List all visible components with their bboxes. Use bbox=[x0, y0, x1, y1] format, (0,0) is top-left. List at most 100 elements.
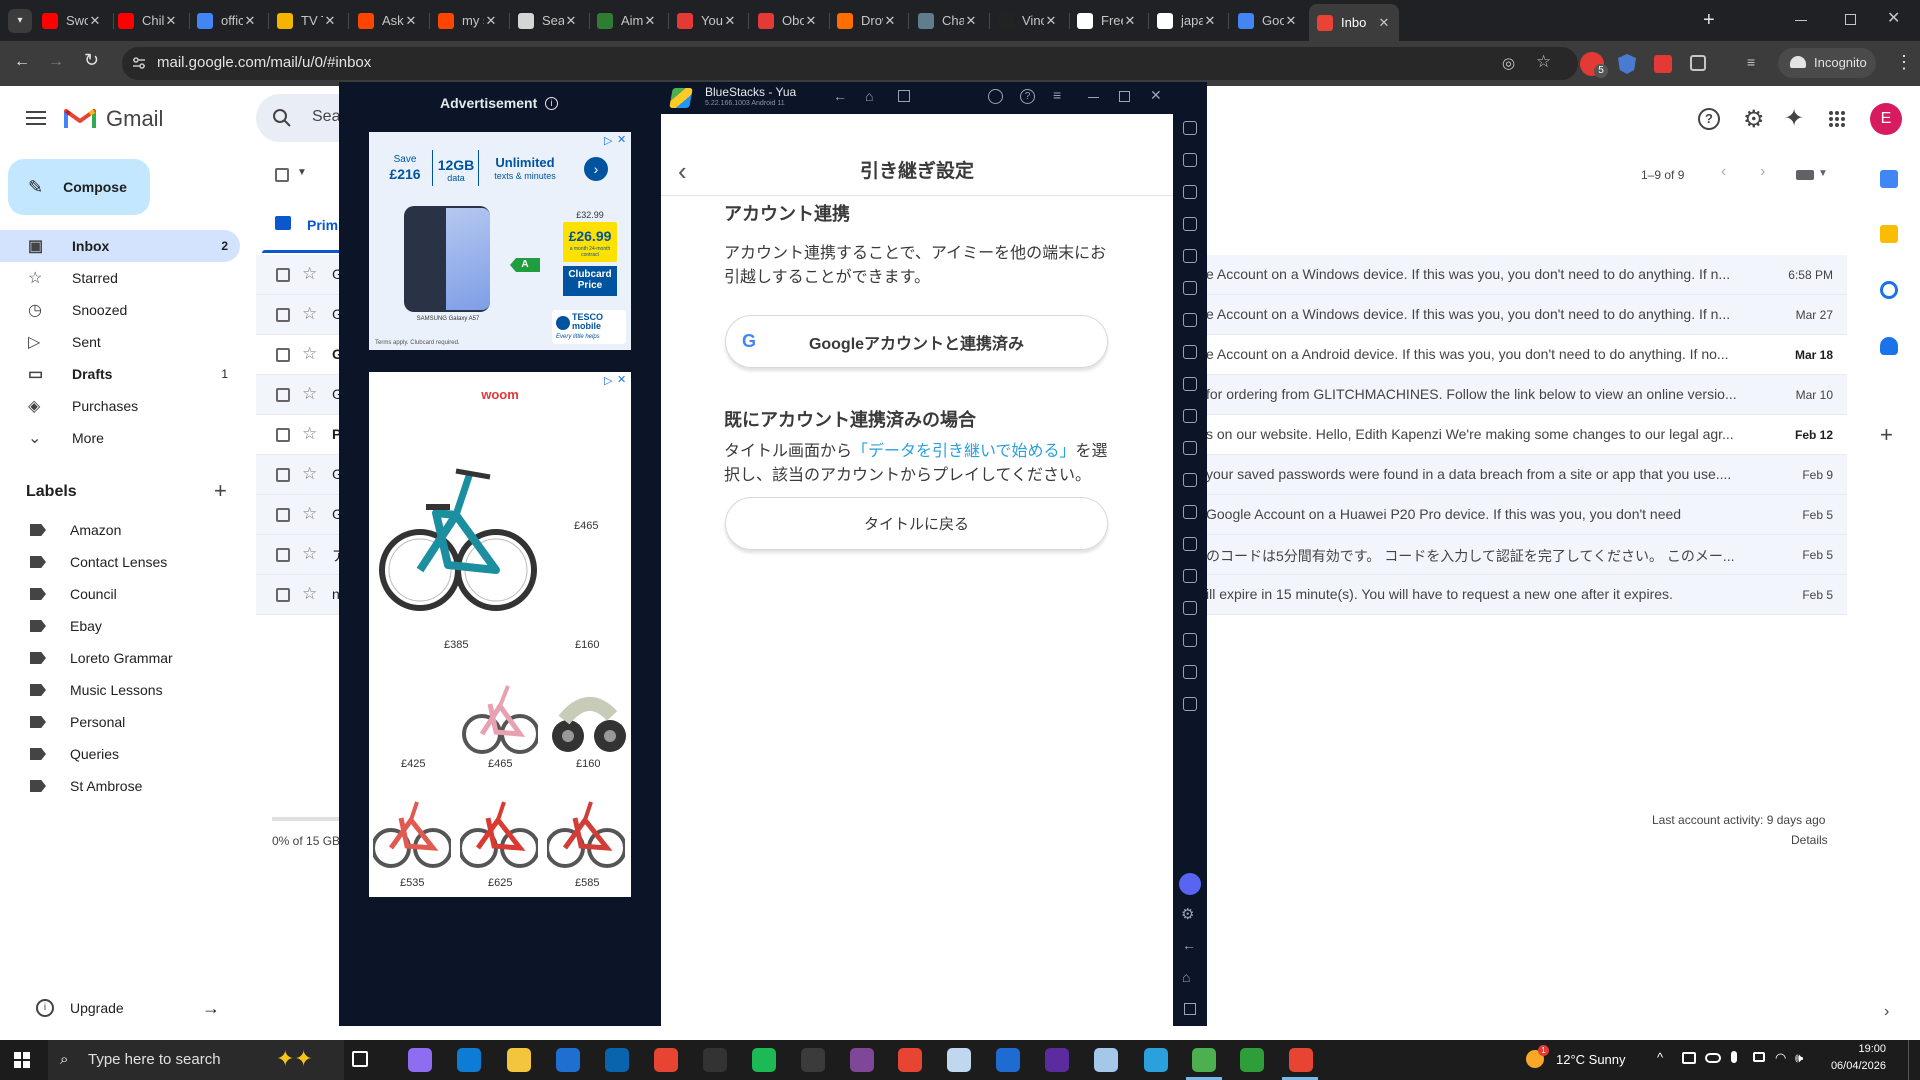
label-item[interactable]: Ebay bbox=[0, 610, 240, 642]
browser-tab[interactable]: Youk✕ bbox=[669, 7, 745, 34]
bookmark-star-icon[interactable]: ☆ bbox=[1536, 52, 1551, 72]
add-label-button[interactable]: + bbox=[214, 478, 227, 504]
tab-close-icon[interactable]: ✕ bbox=[164, 13, 178, 29]
tab-close-icon[interactable]: ✕ bbox=[564, 13, 578, 29]
return-to-title-button[interactable]: タイトルに戻る bbox=[725, 497, 1108, 550]
browser-tab[interactable]: Inbo ✕ bbox=[1309, 4, 1399, 41]
contacts-icon[interactable] bbox=[1880, 337, 1898, 355]
volume-icon[interactable]: 🕪 bbox=[1795, 1050, 1803, 1066]
label-item[interactable]: Amazon bbox=[0, 514, 240, 546]
tab-primary[interactable]: Prim bbox=[307, 217, 338, 233]
new-tab-button[interactable]: + bbox=[1703, 10, 1715, 30]
row-checkbox[interactable] bbox=[276, 428, 290, 442]
sidebar-item-inbox[interactable]: ▣ Inbox 2 bbox=[0, 230, 240, 262]
url-text[interactable]: mail.google.com/mail/u/0/#inbox bbox=[157, 54, 371, 71]
browser-tab[interactable]: japa ✕ bbox=[1149, 7, 1225, 34]
file-explorer-icon[interactable] bbox=[507, 1048, 531, 1072]
rotate-icon[interactable] bbox=[1183, 249, 1197, 263]
star-icon[interactable]: ☆ bbox=[302, 504, 317, 524]
bs-recents-icon[interactable] bbox=[898, 90, 910, 102]
star-icon[interactable]: ☆ bbox=[302, 304, 317, 324]
gmail-wordmark[interactable]: Gmail bbox=[106, 106, 163, 132]
chrome-icon[interactable] bbox=[654, 1048, 678, 1072]
browser-tab[interactable]: Free✕ bbox=[1069, 7, 1145, 34]
newer-chevron-icon[interactable]: ‹ bbox=[1721, 163, 1726, 181]
sidebar-item-snoozed[interactable]: ◷ Snoozed bbox=[0, 294, 240, 326]
bs-nav-recents-icon[interactable] bbox=[1184, 1003, 1196, 1015]
star-icon[interactable]: ☆ bbox=[302, 544, 317, 564]
outlook-icon[interactable] bbox=[605, 1048, 629, 1072]
browser-tab[interactable]: Searc✕ bbox=[510, 7, 586, 34]
compose-button[interactable]: ✎ Compose bbox=[8, 159, 150, 215]
show-desktop-button[interactable] bbox=[1908, 1040, 1909, 1080]
paper-app-icon[interactable] bbox=[1094, 1048, 1118, 1072]
close-window-button[interactable]: ✕ bbox=[1887, 8, 1900, 28]
side-panel-icon[interactable] bbox=[1183, 697, 1197, 711]
ad-next-arrow-icon[interactable]: › bbox=[584, 157, 608, 181]
bluestacks-icon[interactable] bbox=[1192, 1048, 1216, 1072]
reload-icon[interactable]: ↻ bbox=[84, 50, 99, 71]
browser-tab[interactable]: AskM✕ bbox=[350, 7, 426, 34]
label-item[interactable]: Personal bbox=[0, 706, 240, 738]
label-item[interactable]: Queries bbox=[0, 738, 240, 770]
browser-tab[interactable]: TV Tr✕ bbox=[269, 7, 345, 34]
wifi-icon[interactable]: ◠ bbox=[1775, 1050, 1786, 1066]
browser-tab[interactable]: Goo ✕ bbox=[1230, 7, 1306, 34]
select-dropdown-icon[interactable]: ▼ bbox=[297, 167, 307, 178]
star-icon[interactable]: ☆ bbox=[302, 384, 317, 404]
bs-nav-home-icon[interactable]: ⌂ bbox=[1182, 969, 1190, 985]
bs-minimize-icon[interactable] bbox=[1088, 97, 1099, 98]
video-extension-icon[interactable] bbox=[1654, 55, 1672, 73]
browser-tab[interactable]: Vinci✕ bbox=[990, 7, 1066, 34]
tab-close-icon[interactable]: ✕ bbox=[1377, 15, 1391, 31]
tab-search-button[interactable]: ▾ bbox=[8, 9, 32, 33]
tor-icon[interactable] bbox=[850, 1048, 874, 1072]
star-icon[interactable]: ☆ bbox=[302, 584, 317, 604]
obs-icon[interactable] bbox=[801, 1048, 825, 1072]
tab-close-icon[interactable]: ✕ bbox=[323, 13, 337, 29]
row-checkbox[interactable] bbox=[276, 268, 290, 282]
meet-now-icon[interactable] bbox=[1682, 1052, 1696, 1064]
tab-close-icon[interactable]: ✕ bbox=[1044, 13, 1058, 29]
account-avatar[interactable]: E bbox=[1870, 103, 1902, 135]
row-checkbox[interactable] bbox=[276, 348, 290, 362]
layers-icon[interactable] bbox=[1183, 633, 1197, 647]
notion-app-icon[interactable] bbox=[1045, 1048, 1069, 1072]
capture-icon[interactable] bbox=[1183, 409, 1197, 423]
phone-link-icon[interactable] bbox=[1753, 1052, 1765, 1062]
eye-off-icon[interactable]: ◎ bbox=[1502, 54, 1515, 72]
input-tools-icon[interactable] bbox=[1796, 170, 1814, 180]
apps-grid-icon[interactable] bbox=[1828, 110, 1846, 128]
clock-date[interactable]: 06/04/2026 bbox=[1812, 1060, 1886, 1072]
volume-icon[interactable] bbox=[1183, 153, 1197, 167]
sidebar-item-purchases[interactable]: ◈ Purchases bbox=[0, 390, 240, 422]
taskbar-search-input[interactable]: Type here to search bbox=[88, 1051, 221, 1068]
browser-tab[interactable]: Aimy✕ bbox=[589, 7, 665, 34]
location-icon[interactable] bbox=[1183, 601, 1197, 615]
bs-help-icon[interactable]: ? bbox=[1020, 89, 1035, 104]
browser-tab[interactable]: offici✕ bbox=[189, 7, 265, 34]
google-linked-button[interactable]: G Googleアカウントと連携済み bbox=[725, 315, 1108, 368]
discord-icon[interactable] bbox=[1179, 873, 1201, 895]
row-checkbox[interactable] bbox=[276, 468, 290, 482]
bs-maximize-icon[interactable] bbox=[1119, 91, 1130, 102]
details-link[interactable]: Details bbox=[1791, 833, 1828, 847]
clock-time[interactable]: 19:00 bbox=[1822, 1043, 1886, 1055]
tab-close-icon[interactable]: ✕ bbox=[243, 13, 257, 29]
fullscreen-icon[interactable] bbox=[1183, 121, 1197, 135]
settings-gear-icon[interactable]: ⚙ bbox=[1743, 105, 1765, 134]
gmail-logo-icon[interactable] bbox=[64, 106, 96, 130]
star-icon[interactable]: ☆ bbox=[302, 264, 317, 284]
browser-tab[interactable]: Swor✕ bbox=[34, 7, 110, 34]
ad-info-icon[interactable]: i bbox=[545, 97, 558, 110]
browser-menu-icon[interactable]: ⋮ bbox=[1895, 52, 1913, 73]
extensions-puzzle-icon[interactable] bbox=[1690, 55, 1706, 71]
tab-close-icon[interactable]: ✕ bbox=[484, 13, 498, 29]
tab-close-icon[interactable]: ✕ bbox=[1123, 13, 1137, 29]
edge-icon[interactable] bbox=[457, 1048, 481, 1072]
airplane-icon[interactable] bbox=[1183, 505, 1197, 519]
back-arrow-icon[interactable]: ← bbox=[14, 53, 30, 71]
star-icon[interactable]: ☆ bbox=[302, 424, 317, 444]
store-icon[interactable] bbox=[556, 1048, 580, 1072]
tab-close-icon[interactable]: ✕ bbox=[883, 13, 897, 29]
